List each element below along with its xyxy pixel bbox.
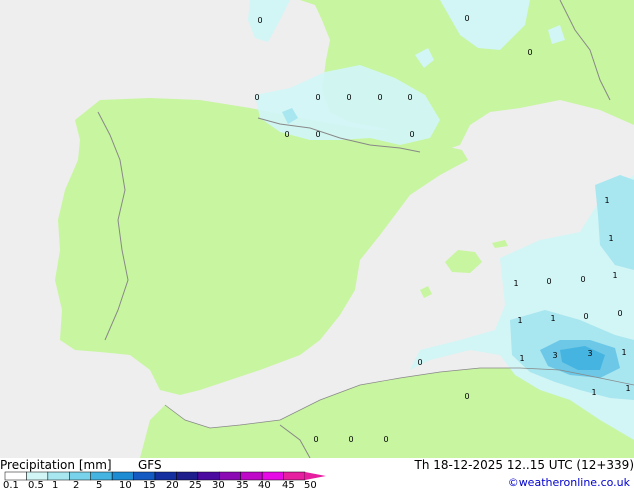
- scale-swatch: [240, 471, 263, 481]
- valid-time-label: Th 18-12-2025 12..15 UTC (12+339): [414, 458, 634, 472]
- point-value-label: 0: [313, 435, 318, 444]
- scale-tick-label: 0.5: [28, 480, 44, 491]
- point-value-label: 0: [348, 435, 353, 444]
- scale-tick-label: 15: [143, 480, 156, 491]
- scale-swatch: [176, 471, 199, 481]
- scale-bar: [4, 471, 306, 481]
- point-value-label: 0: [580, 275, 585, 284]
- scale-swatch: [219, 471, 241, 481]
- scale-tick-label: 0.1: [3, 480, 19, 491]
- scale-swatch: [133, 471, 156, 481]
- point-value-label: 0: [546, 277, 551, 286]
- scale-tick-label: 20: [166, 480, 179, 491]
- scale-swatch: [283, 471, 306, 481]
- point-value-label: 0: [315, 93, 320, 102]
- scale-tick-label: 2: [73, 480, 80, 491]
- point-value-label: 3: [552, 351, 557, 360]
- point-value-label: 3: [587, 349, 592, 358]
- point-value-label: 0: [383, 435, 388, 444]
- point-value-label: 1: [608, 234, 613, 243]
- point-value-label: 1: [519, 354, 524, 363]
- point-value-label: 0: [254, 93, 259, 102]
- map-footer: Precipitation [mm] GFS Th 18-12-2025 12.…: [0, 458, 634, 491]
- point-value-label: 0: [464, 14, 469, 23]
- point-value-label: 0: [407, 93, 412, 102]
- scale-swatch: [26, 471, 49, 481]
- point-value-label: 1: [604, 196, 609, 205]
- point-value-label: 1: [513, 279, 518, 288]
- scale-swatch: [69, 471, 91, 481]
- point-value-label: 0: [284, 130, 289, 139]
- scale-tick-label: 1: [52, 480, 59, 491]
- scale-tick-label: 40: [258, 480, 271, 491]
- precipitation-map: 0 0 0 0 0 0 0 0 0 0 0 0 0 1 1 1 1 1 1 1 0 0 0 1 0 1 3 3 1 0 0 0: [0, 0, 634, 458]
- scale-tick-label: 25: [189, 480, 202, 491]
- credit-link[interactable]: ©weatheronline.co.uk: [508, 476, 630, 489]
- scale-tick-label: 5: [96, 480, 103, 491]
- point-value-label: 1: [591, 388, 596, 397]
- point-value-label: 0: [409, 130, 414, 139]
- scale-swatch: [197, 471, 220, 481]
- point-value-label: 1: [517, 316, 522, 325]
- scale-swatch: [4, 471, 27, 481]
- point-value-label: 0: [257, 16, 262, 25]
- point-value-label: 0: [315, 130, 320, 139]
- point-value-label: 1: [550, 314, 555, 323]
- scale-swatch: [111, 471, 134, 481]
- point-value-label: 0: [464, 392, 469, 401]
- scale-swatch: [154, 471, 177, 481]
- point-value-label: 0: [377, 93, 382, 102]
- scale-tick-label: 50: [304, 480, 317, 491]
- scale-tick-label: 10: [119, 480, 132, 491]
- scale-arrow: [305, 472, 326, 480]
- scale-tick-label: 30: [212, 480, 225, 491]
- model-label: GFS: [138, 458, 162, 472]
- point-value-label: 1: [621, 348, 626, 357]
- point-value-label: 1: [625, 384, 630, 393]
- scale-tick-label: 45: [282, 480, 295, 491]
- title-label: Precipitation [mm]: [0, 458, 112, 472]
- scale-swatch: [47, 471, 70, 481]
- point-value-label: 0: [417, 358, 422, 367]
- scale-swatch: [90, 471, 113, 481]
- point-value-label: 0: [617, 309, 622, 318]
- scale-tick-label: 35: [236, 480, 249, 491]
- scale-swatch: [261, 471, 284, 481]
- point-value-label: 0: [346, 93, 351, 102]
- point-value-label: 1: [612, 271, 617, 280]
- point-value-label: 0: [583, 312, 588, 321]
- point-value-label: 0: [527, 48, 532, 57]
